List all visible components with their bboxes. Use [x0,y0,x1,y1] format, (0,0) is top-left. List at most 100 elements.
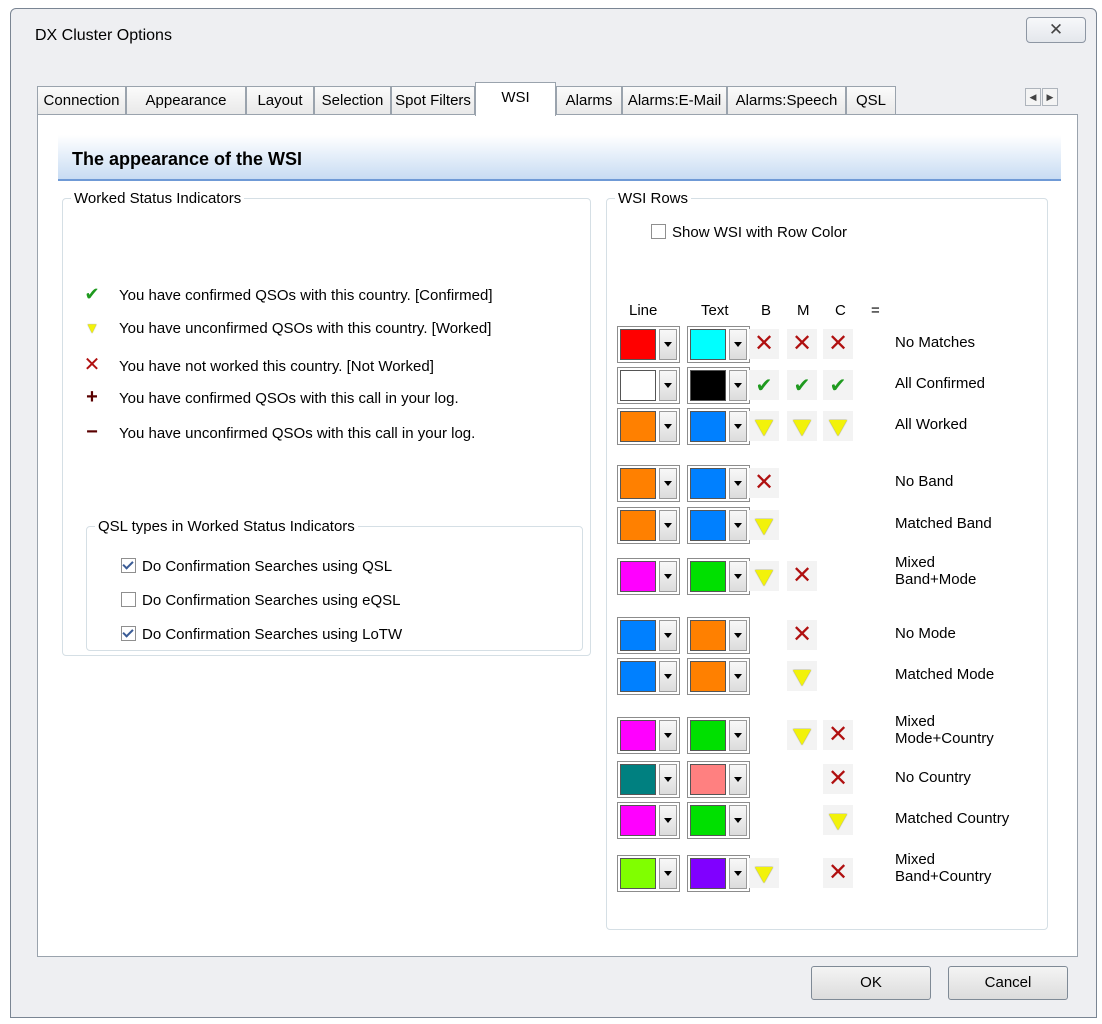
chevron-down-icon[interactable] [729,720,747,751]
tab-alarms[interactable]: Alarms [556,86,622,115]
header-c: C [835,302,846,319]
chevron-down-icon[interactable] [729,620,747,651]
line-color-select[interactable] [617,558,680,595]
qsl-option-checkbox[interactable]: Do Confirmation Searches using eQSL [121,592,400,609]
text-color-select[interactable] [687,507,750,544]
tab-spot-filters[interactable]: Spot Filters [391,86,475,115]
match-m-cell [787,661,817,691]
chevron-down-icon[interactable] [729,561,747,592]
match-b-cell [749,561,779,591]
chevron-down-icon[interactable] [729,661,747,692]
line-color-swatch [620,468,656,499]
tab-alarms-speech[interactable]: Alarms:Speech [727,86,846,115]
window-title: DX Cluster Options [35,27,172,44]
line-color-swatch [620,329,656,360]
chevron-down-icon[interactable] [659,411,677,442]
tab-connection[interactable]: Connection [37,86,126,115]
not-worked-x-icon: ✕ [753,469,775,496]
line-color-select[interactable] [617,326,680,363]
tab-alarms-e-mail[interactable]: Alarms:E-Mail [622,86,727,115]
chevron-down-icon[interactable] [729,370,747,401]
ok-button[interactable]: OK [811,966,931,1000]
checkbox-label: Do Confirmation Searches using QSL [142,558,393,575]
chevron-down-icon[interactable] [729,468,747,499]
show-row-color-checkbox[interactable]: Show WSI with Row Color [651,224,847,241]
chevron-down-icon[interactable] [659,468,677,499]
dx-cluster-options-dialog: DX Cluster Options ✕ Connection Appearanc… [10,8,1097,1018]
chevron-down-icon[interactable] [659,720,677,751]
chevron-down-icon[interactable] [659,561,677,592]
chevron-down-icon[interactable] [659,661,677,692]
match-c-cell [823,805,853,835]
worked-triangle-icon [829,814,847,830]
line-color-select[interactable] [617,761,680,798]
chevron-down-icon[interactable] [659,370,677,401]
row-label: Mixed Band+Country [895,851,992,885]
chevron-down-icon[interactable] [659,620,677,651]
match-m-cell: ✕ [787,329,817,359]
text-color-swatch [690,720,726,751]
text-color-select[interactable] [687,855,750,892]
chevron-down-icon[interactable] [659,858,677,889]
match-b-cell: ✕ [749,468,779,498]
tab-layout[interactable]: Layout [246,86,314,115]
tab-scroll-left-button[interactable]: ◀ [1025,88,1041,106]
tab-scroll-right-button[interactable]: ▶ [1042,88,1058,106]
chevron-down-icon[interactable] [729,805,747,836]
text-color-select[interactable] [687,408,750,445]
line-color-swatch [620,764,656,795]
qsl-option-checkbox[interactable]: Do Confirmation Searches using QSL [121,558,392,575]
line-color-select[interactable] [617,617,680,654]
chevron-down-icon[interactable] [729,329,747,360]
text-color-select[interactable] [687,465,750,502]
line-color-select[interactable] [617,367,680,404]
worked-triangle-icon [755,570,773,586]
checkbox-box[interactable] [121,592,136,607]
chevron-down-icon[interactable] [729,411,747,442]
text-color-select[interactable] [687,717,750,754]
chevron-down-icon[interactable] [659,510,677,541]
not-worked-x-icon: ✕ [791,562,813,589]
tab-selection[interactable]: Selection [314,86,391,115]
chevron-down-icon[interactable] [659,764,677,795]
text-color-select[interactable] [687,558,750,595]
not-worked-x-icon: ✕ [83,354,101,376]
checkbox-box[interactable] [121,558,136,573]
tab-wsi[interactable]: WSI [475,82,556,116]
line-color-select[interactable] [617,658,680,695]
line-color-select[interactable] [617,465,680,502]
text-color-select[interactable] [687,617,750,654]
cancel-button[interactable]: Cancel [948,966,1068,1000]
match-b-cell: ✔ [749,370,779,400]
match-c-cell: ✕ [823,764,853,794]
section-banner: The appearance of the WSI [58,135,1061,181]
line-color-select[interactable] [617,802,680,839]
chevron-down-icon[interactable] [729,858,747,889]
line-color-select[interactable] [617,408,680,445]
worked-triangle-icon [755,420,773,436]
close-button[interactable]: ✕ [1026,17,1086,43]
chevron-down-icon[interactable] [659,329,677,360]
line-color-select[interactable] [617,855,680,892]
not-worked-x-icon: ✕ [791,330,813,357]
checkbox-box[interactable] [121,626,136,641]
line-color-swatch [620,620,656,651]
line-color-select[interactable] [617,507,680,544]
chevron-down-icon[interactable] [729,510,747,541]
match-m-cell [787,720,817,750]
chevron-down-icon[interactable] [659,805,677,836]
line-color-swatch [620,661,656,692]
text-color-select[interactable] [687,326,750,363]
tab-appearance[interactable]: Appearance [126,86,246,115]
line-color-select[interactable] [617,717,680,754]
text-color-select[interactable] [687,367,750,404]
checkbox-box[interactable] [651,224,666,239]
text-color-select[interactable] [687,761,750,798]
text-color-select[interactable] [687,802,750,839]
qsl-option-checkbox[interactable]: Do Confirmation Searches using LoTW [121,626,402,643]
text-color-swatch [690,858,726,889]
tab-qsl[interactable]: QSL [846,86,896,115]
text-color-select[interactable] [687,658,750,695]
chevron-down-icon[interactable] [729,764,747,795]
worked-triangle-icon: ▼ [84,320,100,337]
